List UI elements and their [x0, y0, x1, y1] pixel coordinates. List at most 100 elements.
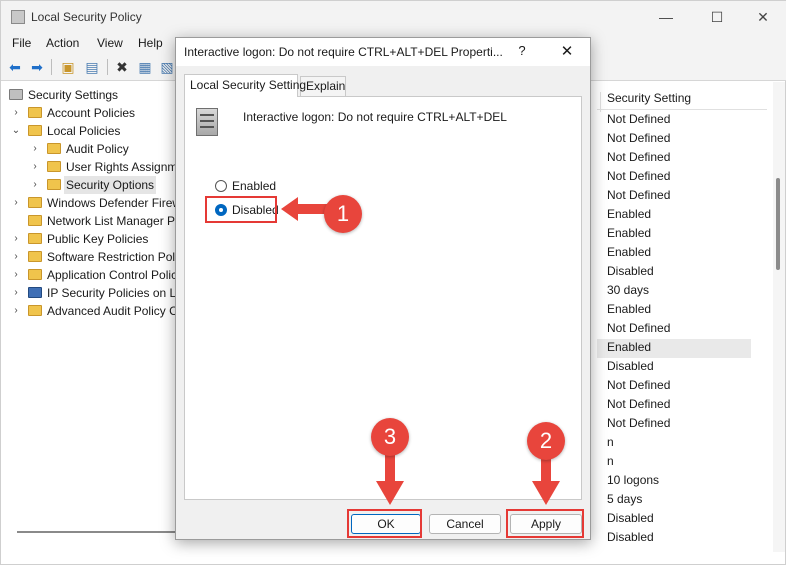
folder-icon — [47, 161, 61, 172]
back-arrow-icon[interactable]: ⬅ — [6, 58, 24, 76]
setting-value-row[interactable]: n — [607, 433, 614, 452]
setting-value-row[interactable]: Enabled — [607, 205, 651, 224]
setting-value-row[interactable]: Not Defined — [607, 376, 670, 395]
menu-file[interactable]: File — [12, 36, 31, 50]
vertical-scrollbar[interactable] — [773, 82, 785, 552]
setting-value-row[interactable]: Disabled — [607, 509, 654, 528]
help-button[interactable]: ? — [512, 43, 532, 61]
setting-value-row[interactable]: Disabled — [607, 528, 654, 547]
tree-horizontal-scrollbar[interactable] — [17, 531, 175, 533]
properties-icon[interactable]: ▦ — [136, 58, 154, 76]
setting-value-row[interactable]: Enabled — [607, 338, 651, 357]
tree-item-advanced-audit-policy[interactable]: › Advanced Audit Policy C — [1, 302, 177, 320]
chevron-right-icon[interactable]: › — [11, 266, 21, 284]
setting-value-row[interactable]: Enabled — [607, 243, 651, 262]
menu-help[interactable]: Help — [138, 36, 163, 50]
policy-name: Interactive logon: Do not require CTRL+A… — [243, 110, 507, 124]
highlight-ok-button — [347, 509, 422, 538]
maximize-button[interactable]: ☐ — [702, 5, 732, 29]
step-marker-2: 2 — [527, 422, 565, 460]
delete-icon[interactable]: ✖ — [113, 58, 131, 76]
folder-icon — [47, 143, 61, 154]
menu-view[interactable]: View — [97, 36, 123, 50]
setting-value-row[interactable]: Not Defined — [607, 319, 670, 338]
setting-value-row[interactable]: Enabled — [607, 224, 651, 243]
tree-item-local-policies[interactable]: ⌄ Local Policies — [1, 122, 177, 140]
setting-value-row[interactable]: Disabled — [607, 262, 654, 281]
column-header-security-setting[interactable]: Security Setting — [597, 86, 767, 112]
tree-item-public-key-policies[interactable]: › Public Key Policies — [1, 230, 177, 248]
chevron-right-icon[interactable]: › — [30, 140, 40, 158]
step-marker-1: 1 — [324, 195, 362, 233]
scroll-thumb[interactable] — [776, 178, 780, 270]
chevron-down-icon[interactable]: ⌄ — [11, 122, 21, 140]
properties-dialog: Interactive logon: Do not require CTRL+A… — [175, 37, 591, 540]
tree-item-account-policies[interactable]: › Account Policies — [1, 104, 177, 122]
dialog-title-bar: Interactive logon: Do not require CTRL+A… — [176, 38, 590, 66]
chevron-right-icon[interactable]: › — [11, 194, 21, 212]
folder-icon — [28, 125, 42, 136]
dialog-title: Interactive logon: Do not require CTRL+A… — [184, 45, 503, 59]
tree-item-audit-policy[interactable]: › Audit Policy — [1, 140, 177, 158]
chevron-right-icon[interactable]: › — [11, 248, 21, 266]
tree-pane: Security Settings › Account Policies ⌄ L… — [1, 82, 177, 552]
tree-item-security-settings[interactable]: Security Settings — [1, 86, 177, 104]
tree-item-ip-security-policies[interactable]: › IP Security Policies on Lo — [1, 284, 177, 302]
setting-value-row[interactable]: Not Defined — [607, 186, 670, 205]
policy-list-pane: Security Setting Not Defined Not Defined N… — [597, 82, 772, 552]
radio-enabled-indicator[interactable] — [215, 180, 227, 192]
local-security-policy-icon — [11, 10, 25, 24]
chevron-right-icon[interactable]: › — [11, 104, 21, 122]
setting-value-row[interactable]: 10 logons — [607, 471, 659, 490]
chevron-right-icon[interactable]: › — [30, 158, 40, 176]
show-hide-tree-icon[interactable]: ▤ — [83, 58, 101, 76]
setting-value-row[interactable]: Not Defined — [607, 414, 670, 433]
tab-local-security-setting[interactable]: Local Security Setting — [184, 74, 306, 97]
tab-explain[interactable]: Explain — [300, 76, 346, 96]
chevron-right-icon[interactable]: › — [30, 176, 40, 194]
title-bar: Local Security Policy — ☐ ✕ — [1, 1, 786, 33]
tree-item-windows-defender-firewall[interactable]: › Windows Defender Firew — [1, 194, 177, 212]
setting-value-row[interactable]: Not Defined — [607, 110, 670, 129]
folder-icon — [28, 197, 42, 208]
forward-arrow-icon[interactable]: ➡ — [28, 58, 46, 76]
folder-icon — [28, 251, 42, 262]
step-marker-3: 3 — [371, 418, 409, 456]
up-folder-icon[interactable]: ▣ — [59, 58, 77, 76]
chevron-right-icon[interactable]: › — [11, 284, 21, 302]
setting-value-row[interactable]: Not Defined — [607, 167, 670, 186]
setting-value-row[interactable]: Disabled — [607, 357, 654, 376]
highlight-apply-button — [506, 509, 584, 538]
folder-icon — [28, 215, 42, 226]
window-title: Local Security Policy — [31, 10, 142, 24]
folder-icon — [28, 107, 42, 118]
folder-icon — [28, 269, 42, 280]
folder-icon — [28, 233, 42, 244]
dialog-close-button[interactable]: ✕ — [556, 42, 578, 62]
menu-action[interactable]: Action — [46, 36, 79, 50]
setting-value-row[interactable]: Not Defined — [607, 395, 670, 414]
tree-item-application-control-policies[interactable]: › Application Control Polic — [1, 266, 177, 284]
ip-security-icon — [28, 287, 42, 298]
folder-icon — [28, 305, 42, 316]
chevron-right-icon[interactable]: › — [11, 302, 21, 320]
folder-icon — [47, 179, 61, 190]
tree-item-security-options[interactable]: › Security Options — [1, 176, 177, 194]
minimize-button[interactable]: — — [651, 5, 681, 29]
export-list-icon[interactable]: ▧ — [158, 58, 176, 76]
setting-value-row[interactable]: Enabled — [607, 300, 651, 319]
highlight-disabled-option — [205, 196, 277, 223]
cancel-button[interactable]: Cancel — [429, 514, 501, 534]
setting-value-row[interactable]: Not Defined — [607, 148, 670, 167]
chevron-right-icon[interactable]: › — [11, 230, 21, 248]
tree-item-network-list-manager[interactable]: Network List Manager Po — [1, 212, 177, 230]
setting-value-row[interactable]: 5 days — [607, 490, 642, 509]
tree-item-software-restriction-policies[interactable]: › Software Restriction Poli — [1, 248, 177, 266]
tree-item-user-rights-assignment[interactable]: › User Rights Assignme — [1, 158, 177, 176]
setting-value-row[interactable]: n — [607, 452, 614, 471]
close-button[interactable]: ✕ — [748, 5, 778, 29]
setting-value-row[interactable]: 30 days — [607, 281, 649, 300]
server-policy-icon — [196, 108, 218, 136]
setting-value-row[interactable]: Not Defined — [607, 129, 670, 148]
security-settings-icon — [9, 89, 23, 100]
